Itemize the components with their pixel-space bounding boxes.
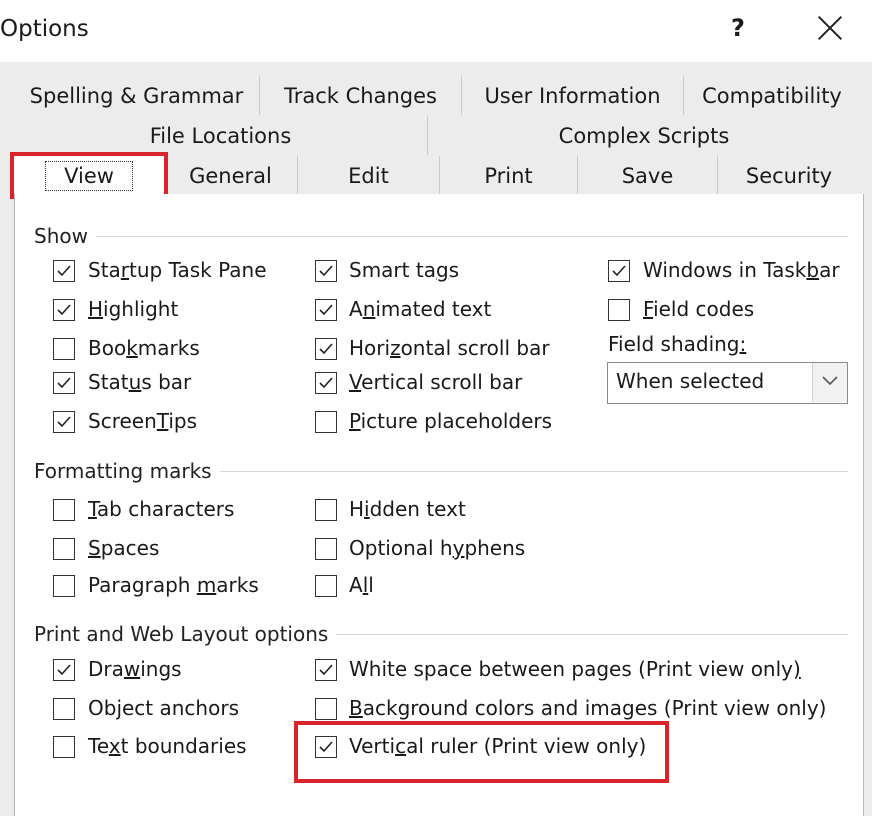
tab-print[interactable]: Print [440, 156, 578, 195]
checkbox-checked[interactable] [53, 260, 75, 282]
option-label: Background colors and images (Print view… [349, 696, 827, 720]
option-label: Status bar [88, 370, 192, 394]
option-label: Drawings [88, 657, 182, 681]
checkmark-icon [319, 304, 333, 316]
title-bar: Options ? [0, 0, 872, 62]
tab-complex-scripts[interactable]: Complex Scripts [428, 116, 860, 155]
option-label: Vertical scroll bar [349, 370, 523, 394]
checkbox-checked[interactable] [315, 372, 337, 394]
print-web-section-title: Print and Web Layout options [34, 622, 337, 646]
checkmark-icon [612, 265, 626, 277]
checkbox-checked[interactable] [608, 260, 630, 282]
option-label: Text boundaries [88, 734, 247, 758]
checkbox[interactable] [608, 299, 630, 321]
tab-save[interactable]: Save [578, 156, 718, 195]
option-label: Startup Task Pane [88, 258, 267, 282]
show-section-title: Show [34, 224, 96, 248]
field-shading-value: When selected [616, 369, 765, 393]
tab-general[interactable]: General [164, 156, 298, 195]
highlight-box-vertical-ruler [294, 721, 669, 783]
checkbox-checked[interactable] [315, 659, 337, 681]
tab-compatibility[interactable]: Compatibility [684, 76, 860, 115]
option-label: ScreenTips [88, 409, 198, 433]
option-label: Field codes [643, 297, 755, 321]
checkbox[interactable] [315, 499, 337, 521]
close-icon[interactable] [812, 10, 848, 46]
tab-edit[interactable]: Edit [298, 156, 440, 195]
option-label: Highlight [88, 297, 179, 321]
option-label: Paragraph marks [88, 573, 259, 597]
chevron-down-icon[interactable] [812, 363, 847, 402]
checkmark-icon [57, 265, 71, 277]
checkmark-icon [57, 304, 71, 316]
checkmark-icon [57, 416, 71, 428]
checkmark-icon [319, 664, 333, 676]
checkmark-icon [319, 377, 333, 389]
checkbox-checked[interactable] [53, 372, 75, 394]
option-label: Smart tags [349, 258, 460, 282]
highlight-box-view-tab [10, 152, 168, 199]
window-title: Options [0, 16, 89, 42]
tab-user-information[interactable]: User Information [462, 76, 684, 115]
option-label: Optional hyphens [349, 536, 526, 560]
checkbox[interactable] [315, 538, 337, 560]
checkmark-icon [57, 664, 71, 676]
tab-file-locations[interactable]: File Locations [14, 116, 428, 155]
option-label: Windows in Taskbar [643, 258, 840, 282]
option-label: Horizontal scroll bar [349, 336, 550, 360]
checkmark-icon [57, 377, 71, 389]
checkbox-checked[interactable] [315, 338, 337, 360]
checkbox[interactable] [315, 698, 337, 720]
option-label: Bookmarks [88, 336, 200, 360]
option-label: Spaces [88, 536, 160, 560]
checkbox[interactable] [315, 411, 337, 433]
checkbox[interactable] [53, 575, 75, 597]
option-label: Animated text [349, 297, 492, 321]
help-button[interactable]: ? [726, 14, 750, 42]
checkbox[interactable] [53, 338, 75, 360]
show-divider [36, 236, 848, 237]
option-label: White space between pages (Print view on… [349, 657, 801, 681]
checkbox-checked[interactable] [53, 299, 75, 321]
checkbox[interactable] [53, 736, 75, 758]
option-label: Tab characters [88, 497, 235, 521]
option-label: All [349, 573, 374, 597]
checkbox[interactable] [315, 575, 337, 597]
option-label: Hidden text [349, 497, 466, 521]
tab-track-changes[interactable]: Track Changes [260, 76, 462, 115]
tab-spelling-grammar[interactable]: Spelling & Grammar [14, 76, 260, 115]
checkbox-checked[interactable] [315, 260, 337, 282]
field-shading-label: Field shading: [608, 332, 747, 356]
checkbox-checked[interactable] [53, 659, 75, 681]
checkbox-checked[interactable] [315, 299, 337, 321]
option-label: Object anchors [88, 696, 239, 720]
checkmark-icon [319, 265, 333, 277]
checkbox[interactable] [53, 499, 75, 521]
checkbox-checked[interactable] [53, 411, 75, 433]
formatting-section-title: Formatting marks [34, 459, 220, 483]
field-shading-select[interactable]: When selected [607, 362, 848, 404]
checkbox[interactable] [53, 698, 75, 720]
checkmark-icon [319, 343, 333, 355]
checkbox[interactable] [53, 538, 75, 560]
tab-security[interactable]: Security [718, 156, 860, 195]
option-label: Picture placeholders [349, 409, 553, 433]
